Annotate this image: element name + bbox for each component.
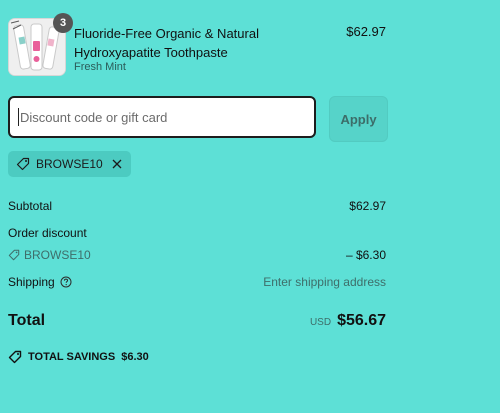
discount-code-name: BROWSE10: [24, 248, 91, 262]
subtotal-value: $62.97: [349, 199, 386, 213]
product-title: Fluoride-Free Organic & Natural Hydroxya…: [74, 26, 259, 60]
total-savings: TOTAL SAVINGS $6.30: [8, 350, 149, 364]
line-item: 3 Fluoride-Free Organic & Natural Hydrox…: [8, 13, 386, 78]
close-icon: [112, 159, 122, 169]
total-amount: USD $56.67: [310, 312, 386, 330]
shipping-value: Enter shipping address: [263, 275, 386, 289]
tag-icon: [16, 157, 30, 171]
order-discount-heading: Order discount: [8, 226, 386, 240]
text-caret: [18, 108, 19, 126]
help-circle-icon[interactable]: [60, 276, 72, 288]
subtotal-label: Subtotal: [8, 199, 53, 213]
discount-value: – $6.30: [345, 248, 386, 262]
discount-code-input[interactable]: [8, 96, 316, 138]
discount-code-detail: BROWSE10: [8, 248, 91, 262]
shipping-row: Shipping Enter shipping address: [8, 275, 386, 289]
applied-code-label: BROWSE10: [36, 157, 103, 171]
savings-label: TOTAL SAVINGS: [28, 351, 116, 363]
subtotal-row: Subtotal $62.97: [8, 199, 386, 213]
discount-form: Apply: [8, 96, 388, 142]
quantity-badge: 3: [53, 13, 73, 33]
apply-button[interactable]: Apply: [329, 96, 388, 142]
order-discount-row: BROWSE10 – $6.30: [8, 248, 386, 264]
shipping-label: Shipping: [8, 275, 55, 289]
order-discount-label: Order discount: [8, 226, 87, 240]
applied-discount-chip: BROWSE10: [8, 151, 131, 177]
total-value: $56.67: [337, 312, 386, 329]
tag-icon: [8, 249, 20, 261]
product-price: $62.97: [346, 24, 386, 39]
tag-icon: [8, 350, 22, 364]
savings-value: $6.30: [121, 351, 149, 363]
total-label: Total: [8, 312, 46, 329]
remove-code-button[interactable]: [111, 158, 123, 170]
product-variant: Fresh Mint: [74, 61, 126, 73]
currency-code: USD: [309, 317, 332, 328]
